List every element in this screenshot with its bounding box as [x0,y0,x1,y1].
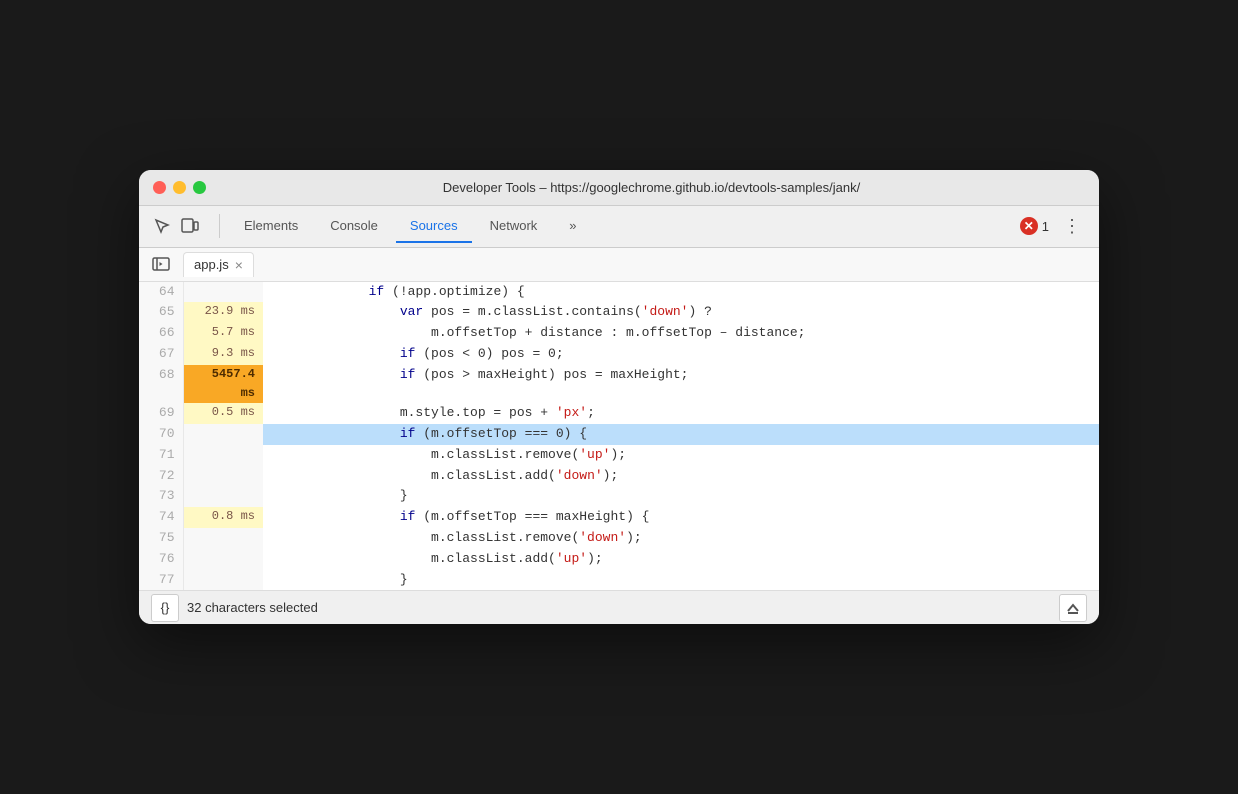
line-number: 76 [139,549,183,570]
timing-cell: 5.7 ms [183,323,263,344]
line-number: 71 [139,445,183,466]
code-line[interactable]: var pos = m.classList.contains('down') ? [263,302,1099,323]
code-line[interactable]: if (m.offsetTop === maxHeight) { [263,507,1099,528]
timing-cell: 0.5 ms [183,403,263,424]
line-number: 75 [139,528,183,549]
toolbar-divider [219,214,220,238]
line-number: 64 [139,282,183,303]
line-number: 74 [139,507,183,528]
line-number: 73 [139,486,183,507]
error-badge[interactable]: ✕ 1 [1020,217,1049,235]
code-line[interactable]: if (pos < 0) pos = 0; [263,344,1099,365]
code-line[interactable]: m.classList.remove('down'); [263,528,1099,549]
file-tab-name: app.js [194,257,229,272]
line-number: 70 [139,424,183,445]
tab-network[interactable]: Network [476,210,552,243]
code-line[interactable]: if (m.offsetTop === 0) { [263,424,1099,445]
timing-cell [183,282,263,303]
code-area: 64 if (!app.optimize) { 6523.9 ms var pos… [139,282,1099,591]
timing-cell: 5457.4 ms [183,365,263,403]
sidebar-toggle-button[interactable] [147,250,175,278]
toolbar: Elements Console Sources Network » ✕ 1 ⋮ [139,206,1099,248]
code-line[interactable]: } [263,570,1099,591]
timing-cell [183,424,263,445]
timing-cell [183,486,263,507]
code-line[interactable]: m.classList.add('up'); [263,549,1099,570]
code-line[interactable]: m.classList.remove('up'); [263,445,1099,466]
format-button[interactable]: {} [151,594,179,622]
minimize-button[interactable] [173,181,186,194]
tab-console[interactable]: Console [316,210,392,243]
timing-cell [183,528,263,549]
code-line[interactable]: m.offsetTop + distance : m.offsetTop – d… [263,323,1099,344]
line-number: 65 [139,302,183,323]
code-line[interactable]: if (!app.optimize) { [263,282,1099,303]
code-line[interactable]: } [263,486,1099,507]
code-table: 64 if (!app.optimize) { 6523.9 ms var pos… [139,282,1099,591]
more-menu-button[interactable]: ⋮ [1057,214,1087,239]
close-button[interactable] [153,181,166,194]
file-tabs: app.js × [139,248,1099,282]
tab-sources[interactable]: Sources [396,210,472,243]
line-number: 68 [139,365,183,403]
timing-cell: 9.3 ms [183,344,263,365]
window-title: Developer Tools – https://googlechrome.g… [218,180,1085,195]
error-icon: ✕ [1020,217,1038,235]
timing-cell: 23.9 ms [183,302,263,323]
toolbar-icons [151,215,201,237]
status-bar: {} 32 characters selected [139,590,1099,624]
line-number: 67 [139,344,183,365]
timing-cell: 0.8 ms [183,507,263,528]
line-number: 72 [139,466,183,487]
devtools-window: Developer Tools – https://googlechrome.g… [139,170,1099,625]
code-line[interactable]: if (pos > maxHeight) pos = maxHeight; [263,365,1099,403]
line-number: 69 [139,403,183,424]
file-tab-close[interactable]: × [235,257,243,273]
timing-cell [183,549,263,570]
code-line[interactable]: m.classList.add('down'); [263,466,1099,487]
tab-more[interactable]: » [555,210,590,243]
cursor-icon[interactable] [151,215,173,237]
title-bar: Developer Tools – https://googlechrome.g… [139,170,1099,206]
tab-elements[interactable]: Elements [230,210,312,243]
file-tab-appjs[interactable]: app.js × [183,252,254,277]
line-number: 77 [139,570,183,591]
code-line[interactable]: m.style.top = pos + 'px'; [263,403,1099,424]
timing-cell [183,570,263,591]
timing-cell [183,445,263,466]
timing-cell [183,466,263,487]
toolbar-right: ✕ 1 ⋮ [1020,214,1087,239]
status-left: {} 32 characters selected [151,594,318,622]
selection-status: 32 characters selected [187,600,318,615]
device-toggle-icon[interactable] [179,215,201,237]
maximize-button[interactable] [193,181,206,194]
line-number: 66 [139,323,183,344]
traffic-lights [153,181,206,194]
scroll-to-top-button[interactable] [1059,594,1087,622]
